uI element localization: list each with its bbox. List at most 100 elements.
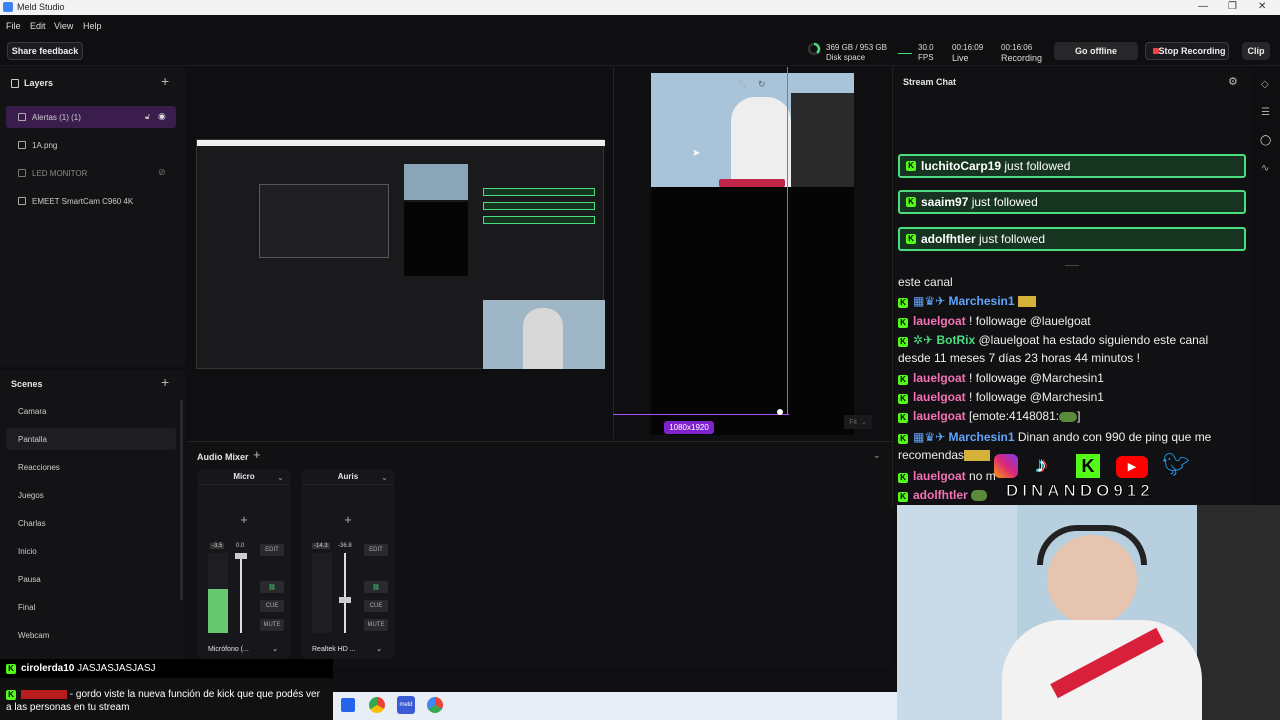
visibility-eye-icon[interactable]: ◉ (158, 111, 166, 122)
chat-text: @lauelgoat ha estado siguiendo este cana… (978, 333, 1209, 347)
mute-button[interactable]: MUTE (364, 619, 388, 631)
audio-channel-micro: Micro ⌄ + -3.5 0.0 EDIT ⛓︎ CUE MUTE Micr… (198, 469, 290, 659)
meld-taskbar-icon[interactable]: meld (397, 696, 415, 714)
captured-preview (259, 184, 389, 258)
mute-button[interactable]: MUTE (260, 619, 284, 631)
add-audio-icon[interactable]: + (253, 447, 261, 462)
link-icon[interactable]: ⛓︎ (364, 581, 388, 593)
audio-wave-icon[interactable]: ∿ (1261, 163, 1269, 174)
drag-handle[interactable] (1065, 265, 1079, 266)
chrome-icon[interactable] (369, 697, 385, 713)
follow-text: just followed (971, 195, 1038, 209)
scenes-scrollbar[interactable] (180, 400, 183, 600)
stop-recording-button[interactable]: Stop Recording (1145, 42, 1229, 60)
fader-handle[interactable] (339, 597, 351, 603)
chat-text: no m (969, 469, 996, 483)
scene-item-final[interactable]: Final (6, 596, 176, 618)
kick-icon: K (898, 473, 908, 483)
scene-item-inicio[interactable]: Inicio (6, 540, 176, 562)
chair-shape (791, 93, 854, 187)
level-db: -3.5 (210, 543, 225, 549)
rotate-icon[interactable]: ↻ (758, 79, 766, 90)
menu-bar: File Edit View Help (0, 15, 1280, 37)
file-explorer-icon[interactable] (341, 698, 355, 712)
window-title: Meld Studio (17, 2, 65, 12)
edit-button[interactable]: EDIT (260, 544, 284, 556)
webcam-feed (897, 505, 1280, 720)
cue-button[interactable]: CUE (364, 600, 388, 612)
instagram-icon (994, 454, 1018, 478)
layer-item-1a-png[interactable]: 1A.png (6, 134, 176, 156)
chevron-down-icon[interactable]: ⌄ (381, 473, 388, 482)
recording-label: Recording (1001, 53, 1043, 63)
restore-icon[interactable]: ❐ (1228, 1, 1237, 12)
scene-item-webcam[interactable]: Webcam (6, 624, 176, 646)
edit-button[interactable]: EDIT (364, 544, 388, 556)
fader-track (344, 553, 346, 633)
resize-handle[interactable] (777, 409, 783, 415)
audio-channel-auris: Auris ⌄ + -14.3 -36.8 EDIT ⛓︎ CUE MUTE R… (302, 469, 394, 659)
link-icon[interactable]: ⛓︎ (260, 581, 284, 593)
device-select[interactable]: Realtek HD ... ⌄ (302, 641, 394, 657)
chat-user: Marchesin1 (948, 294, 1015, 308)
scene-item-pausa[interactable]: Pausa (6, 568, 176, 590)
recording-time: 00:16:06 (1001, 43, 1033, 52)
collapse-chevron-icon[interactable]: ⌄ (873, 450, 881, 461)
menu-help[interactable]: Help (83, 21, 102, 31)
scene-item-pantalla[interactable]: Pantalla (6, 428, 176, 450)
crop-icon[interactable]: ⤡ (739, 79, 746, 90)
chat-message: Klauelgoat ! followage @lauelgoat (898, 314, 1091, 328)
chevron-down-icon[interactable]: ⌄ (277, 473, 284, 482)
clip-button[interactable]: Clip (1242, 42, 1270, 60)
follow-text: just followed (979, 232, 1046, 246)
diamond-icon[interactable]: ◇ (1261, 79, 1269, 90)
kick-icon: K (898, 318, 908, 328)
unlock-icon[interactable]: 🔓︎ (145, 112, 150, 122)
scene-item-camara[interactable]: Camara (6, 400, 176, 422)
landscape-canvas[interactable] (196, 139, 605, 369)
go-offline-button[interactable]: Go offline (1054, 42, 1138, 60)
portrait-canvas[interactable]: ⤡ ↻ ➤ (613, 67, 854, 435)
add-filter-icon[interactable]: + (198, 489, 290, 549)
cue-button[interactable]: CUE (260, 600, 284, 612)
overlay-user: cirolerda10 (21, 663, 75, 674)
add-filter-icon[interactable]: + (302, 489, 394, 549)
scenes-panel: Scenes + Camara Pantalla Reacciones Jueg… (0, 370, 185, 660)
fps-graph-icon (898, 53, 912, 54)
hidden-eye-icon[interactable]: ⊘ (158, 167, 166, 178)
share-feedback-button[interactable]: Share feedback (7, 42, 83, 60)
gain-value: -36.8 (338, 543, 352, 549)
minimize-icon[interactable]: — (1198, 1, 1208, 12)
chat-message: K ✲✈ BotRix @lauelgoat ha estado siguiend… (898, 333, 1208, 347)
close-icon[interactable]: ✕ (1258, 1, 1266, 12)
layer-label: Alertas (1) (1) (32, 112, 81, 122)
menu-file[interactable]: File (6, 21, 21, 31)
follow-alert: Ksaaim97 just followed (898, 190, 1246, 214)
sliders-icon[interactable]: ☰ (1261, 107, 1270, 118)
chat-text: recomendas (898, 448, 965, 462)
gear-icon[interactable]: ⚙ (1228, 75, 1238, 88)
layer-item-alertas[interactable]: Alertas (1) (1) 🔓︎ ◉ (6, 106, 176, 128)
fit-dropdown[interactable]: Fit ⌄ (844, 415, 872, 429)
scene-item-juegos[interactable]: Juegos (6, 484, 176, 506)
chat-bubble-icon[interactable]: ◯ (1260, 135, 1271, 146)
menu-edit[interactable]: Edit (30, 21, 46, 31)
scene-item-reacciones[interactable]: Reacciones (6, 456, 176, 478)
layer-item-emeet-camera[interactable]: EMEET SmartCam C960 4K (6, 190, 176, 212)
chevron-down-icon: ⌄ (272, 646, 278, 653)
add-layer-icon[interactable]: + (161, 73, 169, 89)
fps-label: FPS (918, 53, 934, 62)
menu-view[interactable]: View (54, 21, 73, 31)
add-scene-icon[interactable]: + (161, 374, 169, 390)
chat-message: K ▦♛✈ Marchesin1 (898, 294, 1036, 308)
level-meter (208, 553, 228, 633)
badge-icons: ✲✈ (913, 333, 934, 347)
fader-handle[interactable] (235, 553, 247, 559)
layer-item-led-monitor[interactable]: LED MONITOR ⊘ (6, 162, 176, 184)
follow-user: luchitoCarp19 (921, 159, 1002, 173)
chrome-profile-icon[interactable] (427, 697, 443, 713)
scene-item-charlas[interactable]: Charlas (6, 512, 176, 534)
chat-user: lauelgoat (913, 314, 966, 328)
device-select[interactable]: Micrófono (... ⌄ (198, 641, 290, 657)
captured-webcam-thumb (404, 164, 468, 200)
